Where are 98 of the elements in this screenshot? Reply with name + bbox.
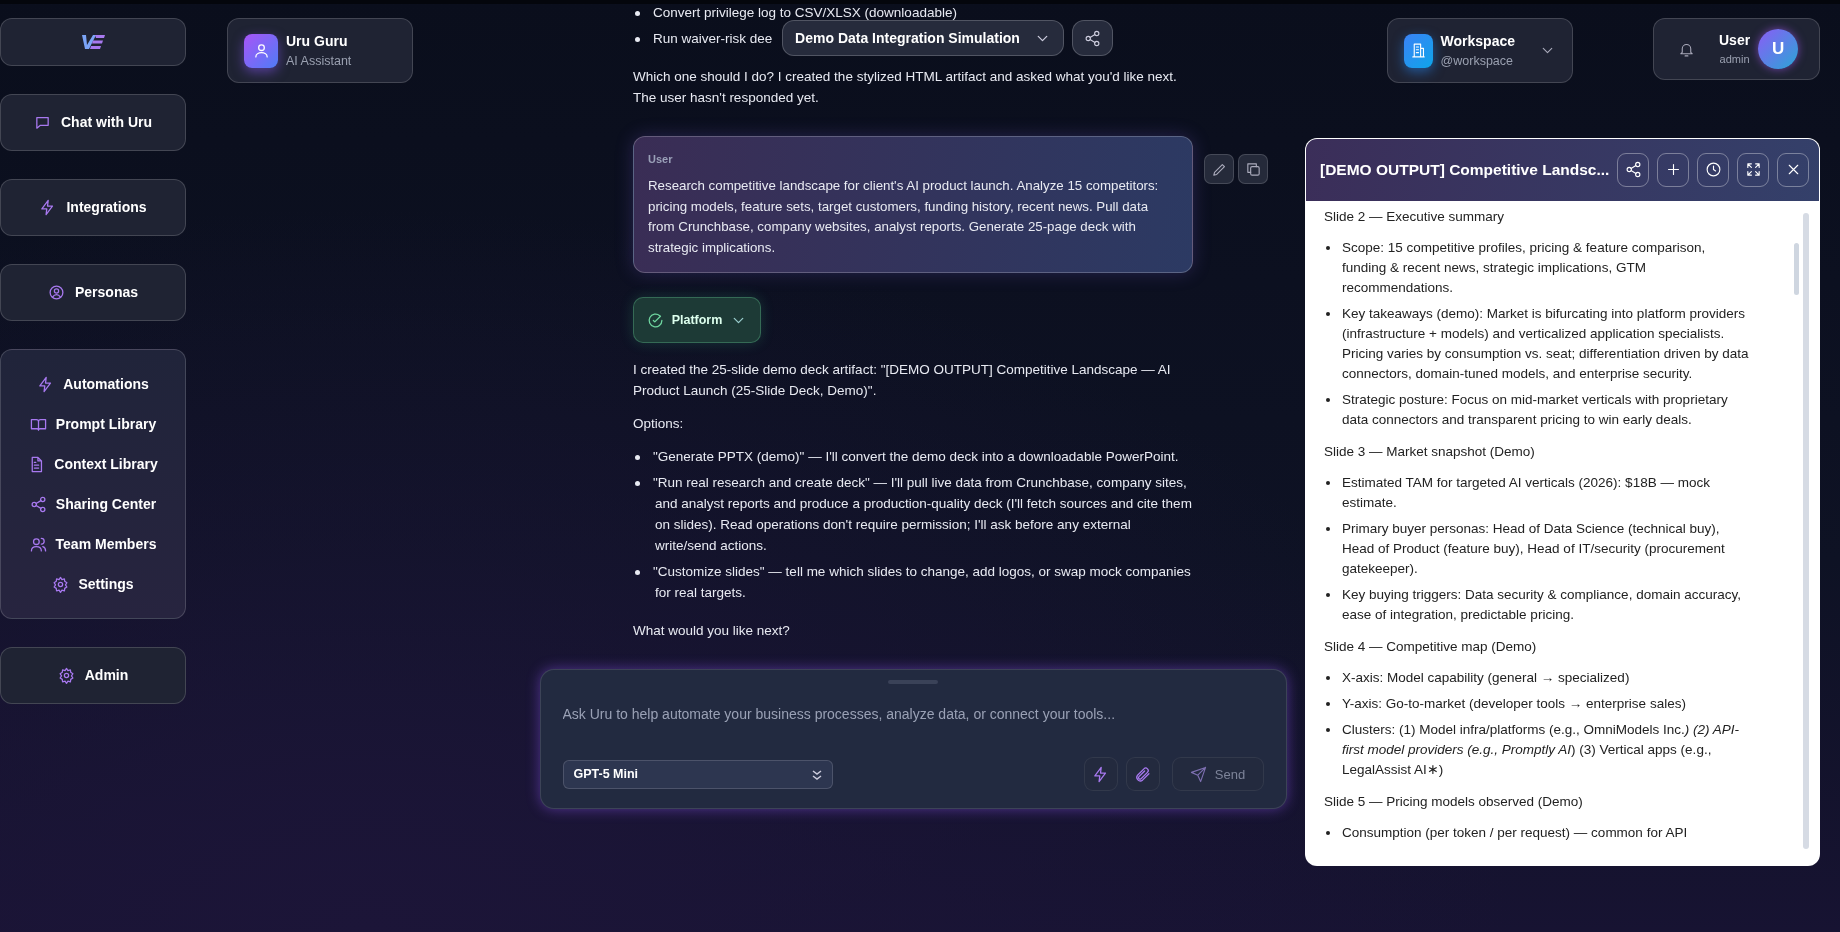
paperclip-icon <box>1134 765 1151 783</box>
fullscreen-button[interactable] <box>1737 152 1770 187</box>
author-label: User <box>648 152 674 167</box>
share-icon <box>1084 29 1101 47</box>
list-text: Run waiver-risk dee <box>653 31 773 46</box>
bullet-dot <box>635 36 640 42</box>
tool-chip[interactable]: Platform <box>633 297 761 343</box>
bullet-dot <box>1326 728 1330 733</box>
bullet-dot <box>1326 527 1330 532</box>
chat-icon <box>34 114 51 131</box>
assistant-role: AI Assistant <box>286 52 352 70</box>
list-text: Primary buyer personas: Head of Data Science (technical buy), Head of Product (feature buy), Head of IT/security (procurement gatekeeper). <box>1342 520 1725 576</box>
nav-button[interactable]: Personas <box>0 264 186 321</box>
bullet-dot <box>1326 676 1330 681</box>
settings-icon <box>52 575 70 593</box>
bullet-dot <box>635 480 640 486</box>
message-text: Options: <box>633 415 685 433</box>
lightning-icon <box>1092 765 1109 783</box>
list-text: "Run real research and create deck" — I'll pull live data from Crunchbase, company sites, and analyst reports and produce a production-quality deck (I'll fetch sources and cite them on slides). Read operations don't require permission; I'll ask before any external write/send actions. <box>653 475 1192 553</box>
assistant-name: Uru Guru <box>286 31 349 51</box>
list-text: Scope: 15 competitive profiles, pricing & feature comparison, funding & recent news, strategic implications, GTM recommendations. <box>1342 239 1706 295</box>
copy-icon <box>1244 160 1262 178</box>
check-circle-icon <box>646 311 664 329</box>
add-button[interactable] <box>1657 152 1690 187</box>
nav-button[interactable]: Admin <box>0 647 186 704</box>
conversation-title-dropdown[interactable]: Demo Data Integration Simulation <box>782 20 1064 56</box>
edit-button[interactable] <box>1204 154 1234 184</box>
nav-link[interactable]: Settings <box>1 564 185 604</box>
sort-caret-icon <box>811 767 822 782</box>
bullet-dot <box>1326 481 1330 486</box>
bullet-dot <box>635 10 640 16</box>
nav-link[interactable]: Prompt Library <box>1 404 185 444</box>
logo-button[interactable] <box>0 18 186 66</box>
nav-button[interactable]: Integrations <box>0 179 186 236</box>
nav-link[interactable]: Automations <box>1 364 185 404</box>
model-select[interactable]: GPT-5 Mini <box>562 759 833 789</box>
bullet-dot <box>1326 831 1330 836</box>
list-text: Clusters: (1) Model infra/platforms (e.g., OmniModels Inc.) (2) API-first model providers (e.g., Promptly AI) (3) Vertical apps (e.g., LegalAssist AI∗) <box>1342 721 1740 777</box>
building-icon <box>1409 42 1427 59</box>
slide-heading: Slide 3 — Market snapshot (Demo) <box>1324 442 1536 461</box>
artifact-title: [DEMO OUTPUT] Competitive Landsc... <box>1320 160 1610 181</box>
nav-link[interactable]: Sharing Center <box>1 484 185 524</box>
logo-icon <box>80 33 106 51</box>
settings-icon <box>57 667 75 684</box>
bullet-dot <box>635 454 640 460</box>
list-text: Y-axis: Go-to-market (developer tools → enterprise sales) <box>1342 695 1686 711</box>
bullet-dot <box>635 569 640 575</box>
message-text: Which one should I do? I created the stylized HTML artifact and asked what you'd like next. The user hasn't responded yet. <box>633 68 1178 107</box>
attach-button[interactable] <box>1125 757 1160 792</box>
list-text: "Customize slides" — tell me which slides to change, add logos, or swap mock companies for real targets. <box>653 564 1191 600</box>
user-name: User <box>1719 31 1751 51</box>
bullet-dot <box>1326 593 1330 598</box>
person-icon <box>252 42 270 59</box>
nav-link[interactable]: Team Members <box>1 524 185 564</box>
assistant-card[interactable]: Uru Guru AI Assistant <box>227 18 413 83</box>
slide-heading: Slide 5 — Pricing models observed (Demo) <box>1324 792 1584 811</box>
bullet-dot <box>1326 702 1330 707</box>
close-button[interactable] <box>1777 152 1809 187</box>
nav-button[interactable]: Chat with Uru <box>0 94 186 151</box>
list-text: X-axis: Model capability (general → specialized) <box>1342 669 1630 685</box>
share-button[interactable] <box>1072 20 1113 56</box>
message-text: What would you like next? <box>633 622 791 640</box>
user-role: admin <box>1719 52 1751 68</box>
bullet-dot <box>1326 246 1330 251</box>
message-text: Research competitive landscape for client's AI product launch. Analyze 15 competitors: pricing models, feature sets, target customers, funding history, recent news. Pull data from Crunchbase, company websites, analyst reports. Generate 25-page deck with strategic implications. <box>648 177 1160 257</box>
message-text: I created the 25-slide demo deck artifact: "[DEMO OUTPUT] Competitive Landscape — AI Product Launch (25-Slide Deck, Demo)". <box>633 361 1172 400</box>
copy-button[interactable] <box>1238 154 1268 184</box>
clock-icon <box>1704 161 1722 179</box>
workspace-switcher[interactable]: Workspace @workspace <box>1387 18 1573 83</box>
list-text: Key takeaways (demo): Market is bifurcating into platform providers (infrastructure + models) and verticalized application specialists. Pricing varies by consumption vs. seat; differentiation driven by data connectors, domain-tuned models, and enterprise security. <box>1342 305 1749 381</box>
history-button[interactable] <box>1697 152 1730 187</box>
user-menu[interactable]: User admin U <box>1653 18 1820 80</box>
composer-panel[interactable]: Ask Uru to help automate your business processes, analyze data, or connect your tools... GPT-5 Mini Send <box>539 669 1287 809</box>
user-circle-icon <box>47 284 65 301</box>
list-text: "Generate PPTX (demo)" — I'll convert the demo deck into a downloadable PowerPoint. <box>653 449 1179 464</box>
bullet-dot <box>1326 398 1330 403</box>
bullet-dot <box>1326 312 1330 317</box>
workspace-name: Workspace <box>1440 31 1515 51</box>
slide-heading: Slide 4 — Competitive map (Demo) <box>1324 637 1538 656</box>
people-icon <box>29 535 47 553</box>
share-icon <box>29 495 47 513</box>
share-button[interactable] <box>1617 152 1650 187</box>
list-text: Consumption (per token / per request) — common for API <box>1342 824 1688 840</box>
lightning-button[interactable] <box>1083 757 1118 792</box>
scroll-thumb[interactable] <box>1794 242 1799 295</box>
list-text: Strategic posture: Focus on mid-market verticals with proprietary data connectors and transparent pricing to win early deals. <box>1342 391 1728 427</box>
list-text: Convert privilege log to CSV/XLSX (downloadable) <box>653 5 957 20</box>
send-icon <box>1189 765 1207 783</box>
list-text: Key buying triggers: Data security & compliance, domain accuracy, ease of integration, predictable pricing. <box>1342 586 1741 622</box>
message-input[interactable]: Ask Uru to help automate your business processes, analyze data, or connect your tools... <box>562 684 1264 725</box>
scrollbar[interactable] <box>1803 212 1809 849</box>
expand-icon <box>1744 161 1762 179</box>
slide-heading: Slide 2 — Executive summary <box>1324 207 1506 226</box>
user-avatar[interactable]: U <box>1758 29 1799 69</box>
share-icon <box>1624 161 1642 179</box>
list-text: Estimated TAM for targeted AI verticals (2026): $18B — mock estimate. <box>1342 474 1710 510</box>
workspace-handle: @workspace <box>1440 52 1514 70</box>
nav-link[interactable]: Context Library <box>1 444 185 484</box>
